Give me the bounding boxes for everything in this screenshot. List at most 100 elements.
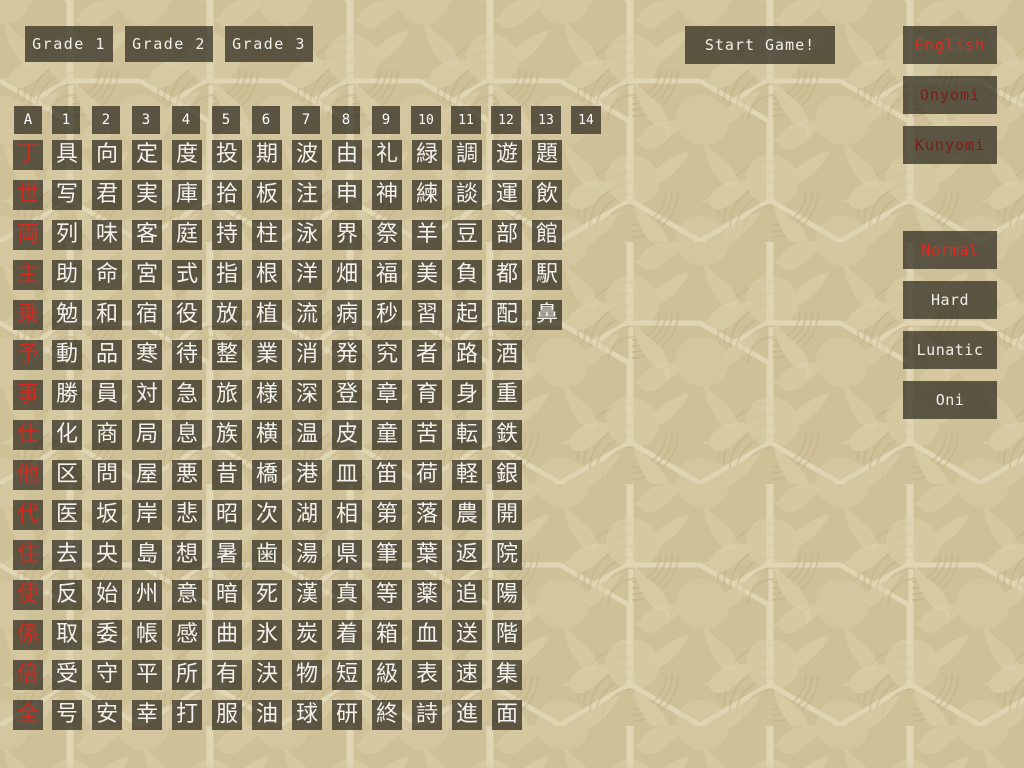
kanji-cell-r2-c9[interactable]: 申	[332, 180, 362, 210]
kanji-cell-r7-c5[interactable]: 急	[172, 380, 202, 410]
row-label-9[interactable]: 他	[13, 460, 43, 490]
kanji-cell-r10-c9[interactable]: 相	[332, 500, 362, 530]
kanji-cell-r7-c12[interactable]: 身	[452, 380, 482, 410]
kanji-cell-r7-c11[interactable]: 育	[412, 380, 442, 410]
row-label-2[interactable]: 世	[13, 180, 43, 210]
kanji-cell-r4-c13[interactable]: 都	[492, 260, 522, 290]
difficulty-oni[interactable]: Oni	[903, 381, 997, 419]
kanji-cell-r6-c11[interactable]: 者	[412, 340, 442, 370]
kanji-cell-r5-c14[interactable]: 鼻	[532, 300, 562, 330]
kanji-cell-r10-c2[interactable]: 医	[52, 500, 82, 530]
row-label-13[interactable]: 係	[13, 620, 43, 650]
kanji-cell-r8-c8[interactable]: 温	[292, 420, 322, 450]
row-label-15[interactable]: 全	[13, 700, 43, 730]
kanji-cell-r2-c14[interactable]: 飲	[532, 180, 562, 210]
kanji-cell-r6-c5[interactable]: 待	[172, 340, 202, 370]
kanji-cell-r9-c3[interactable]: 問	[92, 460, 122, 490]
kanji-cell-r5-c12[interactable]: 起	[452, 300, 482, 330]
kanji-cell-r11-c10[interactable]: 筆	[372, 540, 402, 570]
kanji-cell-r14-c11[interactable]: 表	[412, 660, 442, 690]
kanji-cell-r15-c3[interactable]: 安	[92, 700, 122, 730]
kanji-cell-r1-c4[interactable]: 定	[132, 140, 162, 170]
kanji-cell-r3-c5[interactable]: 庭	[172, 220, 202, 250]
kanji-cell-r12-c2[interactable]: 反	[52, 580, 82, 610]
kanji-cell-r4-c6[interactable]: 指	[212, 260, 242, 290]
kanji-cell-r10-c12[interactable]: 農	[452, 500, 482, 530]
kanji-cell-r14-c4[interactable]: 平	[132, 660, 162, 690]
kanji-cell-r11-c11[interactable]: 葉	[412, 540, 442, 570]
kanji-cell-r11-c8[interactable]: 湯	[292, 540, 322, 570]
kanji-cell-r1-c9[interactable]: 由	[332, 140, 362, 170]
kanji-cell-r14-c8[interactable]: 物	[292, 660, 322, 690]
kanji-cell-r6-c9[interactable]: 発	[332, 340, 362, 370]
kanji-cell-r9-c12[interactable]: 軽	[452, 460, 482, 490]
kanji-cell-r15-c12[interactable]: 進	[452, 700, 482, 730]
kanji-cell-r3-c11[interactable]: 羊	[412, 220, 442, 250]
kanji-cell-r4-c11[interactable]: 美	[412, 260, 442, 290]
kanji-cell-r14-c2[interactable]: 受	[52, 660, 82, 690]
kanji-cell-r1-c2[interactable]: 具	[52, 140, 82, 170]
difficulty-lunatic[interactable]: Lunatic	[903, 331, 997, 369]
kanji-cell-r5-c7[interactable]: 植	[252, 300, 282, 330]
kanji-cell-r2-c6[interactable]: 拾	[212, 180, 242, 210]
kanji-cell-r2-c4[interactable]: 実	[132, 180, 162, 210]
column-header-3[interactable]: 3	[132, 106, 160, 134]
kanji-cell-r9-c11[interactable]: 荷	[412, 460, 442, 490]
kanji-cell-r14-c5[interactable]: 所	[172, 660, 202, 690]
kanji-cell-r3-c14[interactable]: 館	[532, 220, 562, 250]
kanji-cell-r7-c3[interactable]: 員	[92, 380, 122, 410]
column-header-2[interactable]: 2	[92, 106, 120, 134]
kanji-cell-r4-c7[interactable]: 根	[252, 260, 282, 290]
kanji-cell-r12-c3[interactable]: 始	[92, 580, 122, 610]
kanji-cell-r1-c10[interactable]: 礼	[372, 140, 402, 170]
kanji-cell-r4-c12[interactable]: 負	[452, 260, 482, 290]
kanji-cell-r2-c2[interactable]: 写	[52, 180, 82, 210]
kanji-cell-r3-c2[interactable]: 列	[52, 220, 82, 250]
row-label-8[interactable]: 仕	[13, 420, 43, 450]
kanji-cell-r12-c8[interactable]: 漢	[292, 580, 322, 610]
kanji-cell-r12-c5[interactable]: 意	[172, 580, 202, 610]
grid-corner-label-a[interactable]: A	[14, 106, 42, 134]
kanji-cell-r9-c5[interactable]: 悪	[172, 460, 202, 490]
column-header-10[interactable]: 10	[411, 106, 441, 134]
row-label-10[interactable]: 代	[13, 500, 43, 530]
kanji-cell-r13-c7[interactable]: 氷	[252, 620, 282, 650]
kanji-cell-r1-c7[interactable]: 期	[252, 140, 282, 170]
kanji-cell-r12-c12[interactable]: 追	[452, 580, 482, 610]
kanji-cell-r9-c13[interactable]: 銀	[492, 460, 522, 490]
kanji-cell-r13-c2[interactable]: 取	[52, 620, 82, 650]
kanji-cell-r11-c9[interactable]: 県	[332, 540, 362, 570]
kanji-cell-r10-c6[interactable]: 昭	[212, 500, 242, 530]
column-header-12[interactable]: 12	[491, 106, 521, 134]
kanji-cell-r11-c6[interactable]: 暑	[212, 540, 242, 570]
kanji-cell-r3-c10[interactable]: 祭	[372, 220, 402, 250]
kanji-cell-r9-c6[interactable]: 昔	[212, 460, 242, 490]
kanji-cell-r13-c8[interactable]: 炭	[292, 620, 322, 650]
column-header-8[interactable]: 8	[332, 106, 360, 134]
kanji-cell-r3-c8[interactable]: 泳	[292, 220, 322, 250]
kanji-cell-r9-c10[interactable]: 笛	[372, 460, 402, 490]
kanji-cell-r1-c6[interactable]: 投	[212, 140, 242, 170]
kanji-cell-r2-c3[interactable]: 君	[92, 180, 122, 210]
kanji-cell-r3-c4[interactable]: 客	[132, 220, 162, 250]
kanji-cell-r13-c6[interactable]: 曲	[212, 620, 242, 650]
kanji-cell-r10-c3[interactable]: 坂	[92, 500, 122, 530]
kanji-cell-r7-c7[interactable]: 様	[252, 380, 282, 410]
kanji-cell-r12-c7[interactable]: 死	[252, 580, 282, 610]
kanji-cell-r8-c3[interactable]: 商	[92, 420, 122, 450]
kanji-cell-r8-c13[interactable]: 鉄	[492, 420, 522, 450]
row-label-6[interactable]: 予	[13, 340, 43, 370]
start-game-button[interactable]: Start Game!	[685, 26, 835, 64]
kanji-cell-r8-c9[interactable]: 皮	[332, 420, 362, 450]
kanji-cell-r4-c10[interactable]: 福	[372, 260, 402, 290]
kanji-cell-r5-c6[interactable]: 放	[212, 300, 242, 330]
row-label-14[interactable]: 倍	[13, 660, 43, 690]
kanji-cell-r12-c11[interactable]: 薬	[412, 580, 442, 610]
kanji-cell-r14-c3[interactable]: 守	[92, 660, 122, 690]
kanji-cell-r4-c8[interactable]: 洋	[292, 260, 322, 290]
kanji-cell-r13-c11[interactable]: 血	[412, 620, 442, 650]
kanji-cell-r8-c4[interactable]: 局	[132, 420, 162, 450]
tab-grade-2[interactable]: Grade 2	[125, 26, 213, 62]
kanji-cell-r15-c5[interactable]: 打	[172, 700, 202, 730]
kanji-cell-r4-c5[interactable]: 式	[172, 260, 202, 290]
